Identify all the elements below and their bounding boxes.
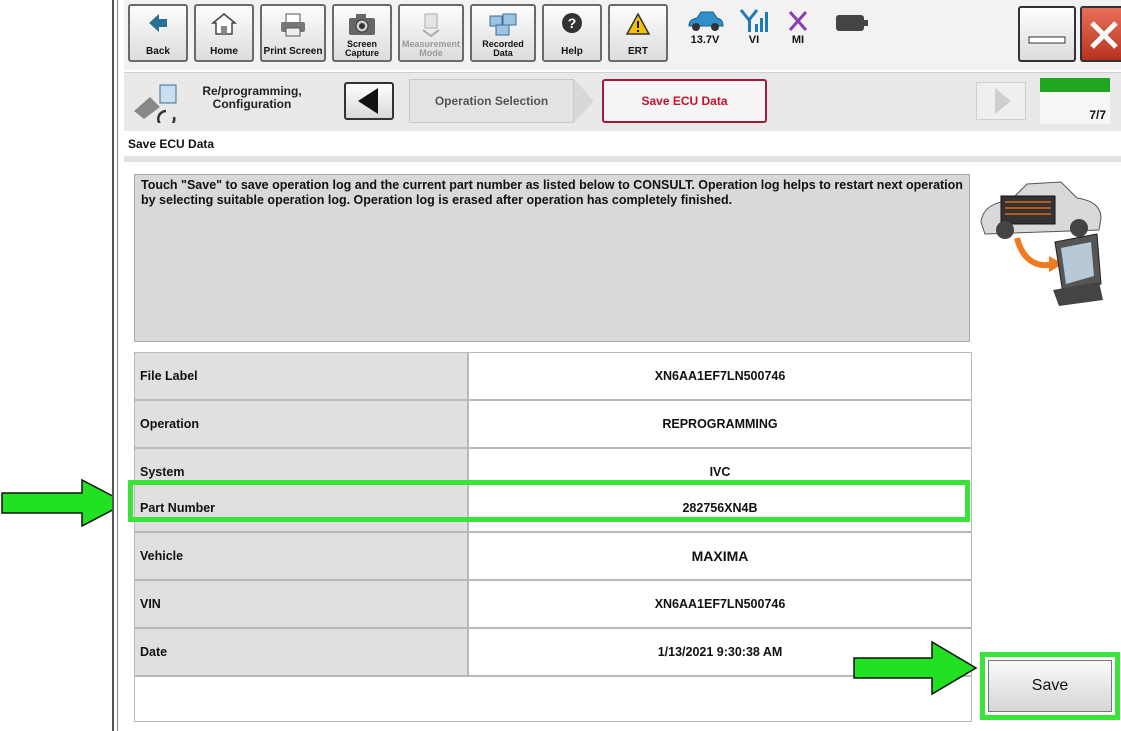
warning-icon bbox=[625, 12, 651, 35]
print-screen-label: Print Screen bbox=[263, 46, 323, 57]
table-row: VIN XN6AA1EF7LN500746 bbox=[134, 580, 972, 628]
left-triangle-icon bbox=[358, 88, 378, 114]
help-button-label: Help bbox=[561, 46, 583, 57]
car-icon bbox=[688, 11, 724, 31]
instruction-text: Touch "Save" to save operation log and t… bbox=[134, 174, 970, 342]
car-to-laptop-illustration bbox=[980, 181, 1103, 306]
back-button-label: Back bbox=[146, 46, 170, 57]
screen-capture-button[interactable]: Screen Capture bbox=[332, 4, 392, 62]
annotation-arrow-save bbox=[853, 640, 978, 696]
measurement-icon bbox=[422, 13, 440, 38]
home-button-label: Home bbox=[210, 46, 238, 57]
row-value: XN6AA1EF7LN500746 bbox=[468, 580, 972, 628]
close-button[interactable] bbox=[1080, 6, 1121, 62]
row-value: XN6AA1EF7LN500746 bbox=[468, 352, 972, 400]
table-row: File Label XN6AA1EF7LN500746 bbox=[134, 352, 972, 400]
battery-voltage-status: 13.7V bbox=[680, 8, 730, 46]
table-row: Vehicle MAXIMA bbox=[134, 532, 972, 580]
mi-status: MI bbox=[780, 8, 816, 46]
disconnected-x-icon bbox=[788, 11, 808, 31]
close-icon bbox=[1090, 21, 1118, 49]
previous-step-button[interactable] bbox=[344, 82, 394, 120]
step-save-ecu-data[interactable]: Save ECU Data bbox=[602, 79, 767, 123]
row-value: REPROGRAMMING bbox=[468, 400, 972, 448]
step-operation-selection[interactable]: Operation Selection bbox=[409, 79, 574, 123]
back-arrow-icon bbox=[149, 14, 167, 32]
vi-text: VI bbox=[748, 34, 760, 46]
signal-icon bbox=[739, 9, 768, 32]
save-button[interactable]: Save bbox=[988, 660, 1112, 712]
next-step-button[interactable] bbox=[976, 82, 1026, 120]
row-value: MAXIMA bbox=[468, 532, 972, 580]
annotation-arrow-part-number bbox=[1, 478, 128, 528]
table-row: Operation REPROGRAMMING bbox=[134, 400, 972, 448]
minimize-button[interactable] bbox=[1018, 6, 1076, 62]
consult-window: Back Home Print Screen Screen Capture Me… bbox=[112, 0, 1121, 731]
measurement-mode-label: Measurement Mode bbox=[401, 39, 461, 58]
print-screen-button[interactable]: Print Screen bbox=[260, 4, 326, 62]
home-icon bbox=[211, 13, 237, 35]
help-icon: ? bbox=[562, 13, 582, 33]
voltage-text: 13.7V bbox=[690, 34, 720, 46]
recorded-data-icon bbox=[489, 13, 517, 36]
recorded-data-label: Recorded Data bbox=[482, 39, 524, 58]
row-key: VIN bbox=[134, 580, 468, 628]
divider bbox=[124, 156, 1121, 162]
mi-text: MI bbox=[791, 34, 805, 46]
battery-icon bbox=[836, 15, 868, 31]
vi-status: VI bbox=[736, 8, 772, 46]
breadcrumb: Re/programming, Configuration Operation … bbox=[124, 72, 1121, 131]
back-button[interactable]: Back bbox=[128, 4, 188, 62]
step-progress: 7/7 bbox=[1040, 78, 1110, 124]
right-triangle-icon bbox=[995, 88, 1011, 114]
breadcrumb-title: Re/programming, Configuration bbox=[202, 84, 302, 111]
page-title: Save ECU Data bbox=[128, 137, 215, 151]
printer-icon bbox=[281, 13, 305, 37]
reprogramming-icon bbox=[134, 84, 177, 123]
help-button[interactable]: ? Help bbox=[542, 4, 602, 62]
measurement-mode-button[interactable]: Measurement Mode bbox=[398, 4, 464, 62]
table-empty-row bbox=[134, 676, 972, 722]
svg-text:?: ? bbox=[568, 15, 577, 31]
progress-bar-fill bbox=[1040, 78, 1110, 92]
row-key: File Label bbox=[134, 352, 468, 400]
progress-text: 7/7 bbox=[1089, 108, 1106, 122]
recorded-data-button[interactable]: Recorded Data bbox=[470, 4, 536, 62]
minimize-icon bbox=[1028, 36, 1066, 44]
camera-icon bbox=[349, 14, 375, 35]
row-key: Date bbox=[134, 628, 468, 676]
part-number-highlight bbox=[128, 480, 970, 522]
row-key: Vehicle bbox=[134, 532, 468, 580]
row-key: Operation bbox=[134, 400, 468, 448]
home-button[interactable]: Home bbox=[194, 4, 254, 62]
step-chevron-icon bbox=[574, 79, 594, 123]
ert-button-label: ERT bbox=[628, 46, 648, 57]
screen-capture-label: Screen Capture bbox=[344, 39, 379, 58]
table-row: Date 1/13/2021 9:30:38 AM bbox=[134, 628, 972, 676]
toolbar: Back Home Print Screen Screen Capture Me… bbox=[124, 0, 1121, 70]
ert-button[interactable]: ERT bbox=[608, 4, 668, 62]
